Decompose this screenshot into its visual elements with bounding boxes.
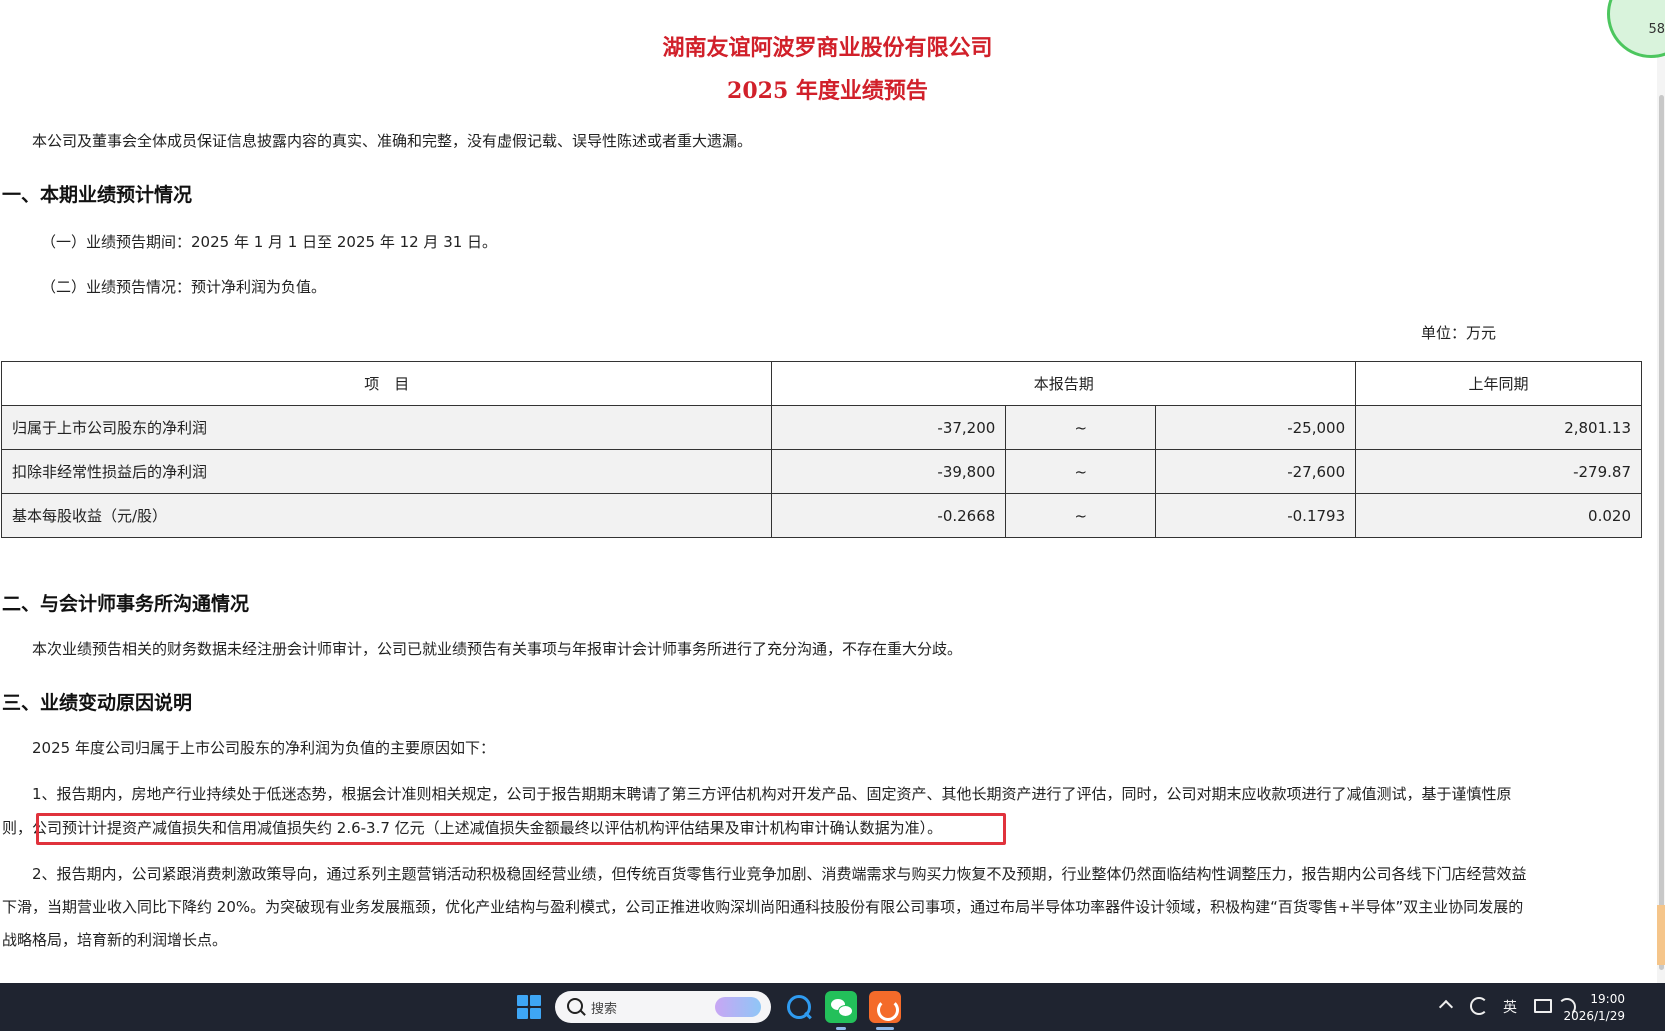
section3-heading: 三、业绩变动原因说明 [2, 692, 193, 714]
forecast-period: （一）业绩预告期间：2025 年 1 月 1 日至 2025 年 12 月 31… [41, 233, 498, 251]
row-high: -25,000 [1155, 405, 1357, 450]
reason2-line1: 2、报告期内，公司紧跟消费刺激政策导向，通过系列主题营销活动积极稳固经营业绩，但… [32, 865, 1527, 883]
scrollbar[interactable] [1657, 0, 1665, 983]
wechat-icon[interactable] [825, 991, 857, 1023]
forecast-situation: （二）业绩预告情况：预计净利润为负值。 [41, 278, 327, 296]
section2-body: 本次业绩预告相关的财务数据未经注册会计师审计，公司已就业绩预告有关事项与年报审计… [32, 640, 963, 658]
badge-number: 58 [1648, 22, 1665, 37]
company-name: 湖南友谊阿波罗商业股份有限公司 [662, 35, 993, 61]
taskbar-search[interactable]: 搜索 [555, 991, 771, 1023]
scrollbar-marker [1657, 905, 1665, 965]
table-header-item: 项 目 [0, 361, 773, 406]
row-low: -0.2668 [771, 493, 1007, 538]
browser-icon[interactable] [869, 991, 901, 1023]
clock-date[interactable]: 2026/1/29 [1563, 1009, 1625, 1023]
row-prior: -279.87 [1355, 449, 1642, 494]
row-low: -39,800 [771, 449, 1007, 494]
forecast-table: 项 目 本报告期 上年同期 归属于上市公司股东的净利润 -37,200 ~ -2… [0, 361, 1642, 538]
table-row: 基本每股收益（元/股） -0.2668 ~ -0.1793 0.020 [0, 493, 1642, 538]
table-header-row: 项 目 本报告期 上年同期 [0, 361, 1642, 406]
highlight-annotation [36, 813, 1006, 845]
table-header-prior: 上年同期 [1355, 361, 1642, 406]
row-high: -0.1793 [1155, 493, 1357, 538]
document-title: 2025 年度业绩预告 [727, 78, 928, 104]
sync-icon[interactable] [1470, 997, 1488, 1015]
taskbar: 搜索 英 19:00 2026/1/29 [0, 983, 1665, 1031]
section1-heading: 一、本期业绩预计情况 [2, 184, 193, 206]
document-viewer: 湖南友谊阿波罗商业股份有限公司 2025 年度业绩预告 本公司及董事会全体成员保… [0, 0, 1665, 983]
row-item: 归属于上市公司股东的净利润 [0, 405, 773, 450]
row-sep: ~ [1005, 493, 1157, 538]
search-highlight-icon [715, 997, 761, 1017]
search-icon [567, 998, 583, 1014]
clock-time[interactable]: 19:00 [1590, 992, 1625, 1006]
row-item: 基本每股收益（元/股） [0, 493, 773, 538]
reason2-line3: 战略格局，培育新的利润增长点。 [2, 931, 228, 949]
windows-start-icon[interactable] [517, 995, 541, 1019]
row-item: 扣除非经常性损益后的净利润 [0, 449, 773, 494]
display-icon[interactable] [1534, 999, 1552, 1013]
disclaimer-text: 本公司及董事会全体成员保证信息披露内容的真实、准确和完整，没有虚假记载、误导性陈… [32, 132, 753, 150]
unit-label: 单位：万元 [1421, 324, 1497, 342]
row-sep: ~ [1005, 405, 1157, 450]
row-sep: ~ [1005, 449, 1157, 494]
scrollbar-thumb[interactable] [1659, 95, 1664, 970]
row-high: -27,600 [1155, 449, 1357, 494]
row-prior: 2,801.13 [1355, 405, 1642, 450]
reason1-line1: 1、报告期内，房地产行业持续处于低迷态势，根据会计准则相关规定，公司于报告期期末… [32, 785, 1512, 803]
section3-intro: 2025 年度公司归属于上市公司股东的净利润为负值的主要原因如下： [32, 739, 495, 757]
wechat-running-indicator [836, 1027, 846, 1030]
ime-indicator[interactable]: 英 [1503, 997, 1517, 1017]
table-row: 扣除非经常性损益后的净利润 -39,800 ~ -27,600 -279.87 [0, 449, 1642, 494]
section2-heading: 二、与会计师事务所沟通情况 [2, 593, 250, 615]
row-low: -37,200 [771, 405, 1007, 450]
reason2-line2: 下滑，当期营业收入同比下降约 20%。为突破现有业务发展瓶颈，优化产业结构与盈利… [2, 898, 1524, 916]
search-app-icon[interactable] [782, 991, 814, 1023]
table-header-current: 本报告期 [771, 361, 1357, 406]
chevron-up-icon[interactable] [1438, 999, 1454, 1015]
browser-active-indicator [876, 1027, 894, 1030]
table-row: 归属于上市公司股东的净利润 -37,200 ~ -25,000 2,801.13 [0, 405, 1642, 450]
row-prior: 0.020 [1355, 493, 1642, 538]
search-placeholder: 搜索 [591, 1002, 618, 1017]
